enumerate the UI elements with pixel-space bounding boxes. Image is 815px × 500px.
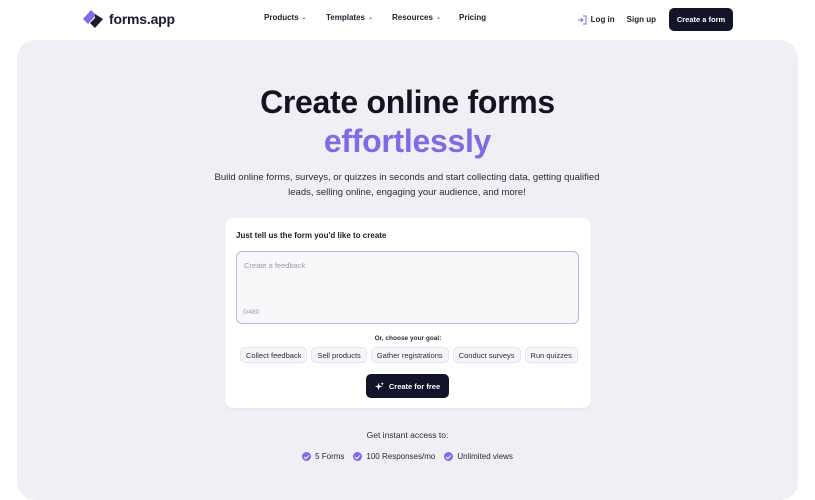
perk-item: Unlimited views bbox=[444, 452, 513, 461]
menu-resources[interactable]: Resources ⌄ bbox=[392, 13, 441, 22]
perks-list: 5 Forms 100 Responses/mo Unlimited views bbox=[0, 452, 815, 461]
goal-chip-collect-feedback[interactable]: Collect feedback bbox=[240, 347, 308, 363]
check-circle-icon bbox=[353, 452, 363, 461]
sparkle-icon bbox=[374, 381, 384, 390]
forms-app-logo-icon bbox=[82, 9, 104, 29]
login-link[interactable]: Log in bbox=[577, 15, 615, 25]
goal-chips: Collect feedback Sell products Gather re… bbox=[240, 347, 578, 363]
top-navbar: forms.app Products ⌄ Templates ⌄ Resourc… bbox=[0, 0, 815, 38]
signup-link[interactable]: Sign up bbox=[627, 15, 656, 24]
hero-title-accent: effortlessly bbox=[323, 123, 492, 159]
chevron-down-icon: ⌄ bbox=[435, 15, 441, 21]
goal-chip-run-quizzes[interactable]: Run quizzes bbox=[524, 347, 578, 363]
menu-products-label: Products bbox=[264, 13, 299, 22]
perk-label: 5 Forms bbox=[315, 452, 345, 461]
textarea-placeholder: Create a feedback bbox=[244, 261, 306, 270]
goal-chip-conduct-surveys[interactable]: Conduct surveys bbox=[452, 347, 521, 363]
hero-title: Create online forms bbox=[260, 84, 555, 120]
chevron-down-icon: ⌄ bbox=[301, 15, 307, 21]
create-a-form-button[interactable]: Create a form bbox=[669, 8, 733, 31]
menu-products[interactable]: Products ⌄ bbox=[264, 13, 307, 22]
goal-label: Or, choose your goal: bbox=[374, 335, 442, 342]
logo-text: forms.app bbox=[109, 11, 175, 27]
perk-label: 100 Responses/mo bbox=[366, 452, 436, 461]
login-label: Log in bbox=[590, 15, 615, 24]
ai-form-builder-card: Just tell us the form you'd like to crea… bbox=[225, 218, 591, 408]
perk-label: Unlimited views bbox=[457, 452, 513, 461]
chevron-down-icon: ⌄ bbox=[367, 15, 374, 21]
character-counter: 0/480 bbox=[243, 309, 260, 316]
check-circle-icon bbox=[302, 452, 312, 461]
form-prompt-textarea[interactable]: Create a feedback 0/480 bbox=[236, 251, 579, 324]
perk-item: 100 Responses/mo bbox=[353, 452, 435, 461]
perk-item: 5 Forms bbox=[302, 452, 344, 461]
logo[interactable]: forms.app bbox=[82, 9, 175, 29]
menu-resources-label: Resources bbox=[392, 13, 433, 22]
access-label: Get instant access to: bbox=[366, 430, 449, 440]
menu-templates-label: Templates bbox=[326, 13, 365, 22]
goal-chip-sell-products[interactable]: Sell products bbox=[311, 347, 367, 363]
menu-templates[interactable]: Templates ⌄ bbox=[326, 13, 373, 22]
card-title: Just tell us the form you'd like to crea… bbox=[236, 231, 387, 240]
goal-chip-gather-registrations[interactable]: Gather registrations bbox=[370, 347, 449, 363]
login-icon bbox=[577, 15, 587, 24]
auth-nav: Log in Sign up Create a form bbox=[577, 8, 733, 31]
menu-pricing[interactable]: Pricing bbox=[459, 13, 486, 22]
create-for-free-label: Create for free bbox=[388, 381, 441, 391]
hero-subtitle: Build online forms, surveys, or quizzes … bbox=[214, 172, 600, 198]
menu-pricing-label: Pricing bbox=[459, 13, 487, 22]
create-for-free-button[interactable]: Create for free bbox=[366, 374, 449, 398]
check-circle-icon bbox=[444, 452, 454, 461]
